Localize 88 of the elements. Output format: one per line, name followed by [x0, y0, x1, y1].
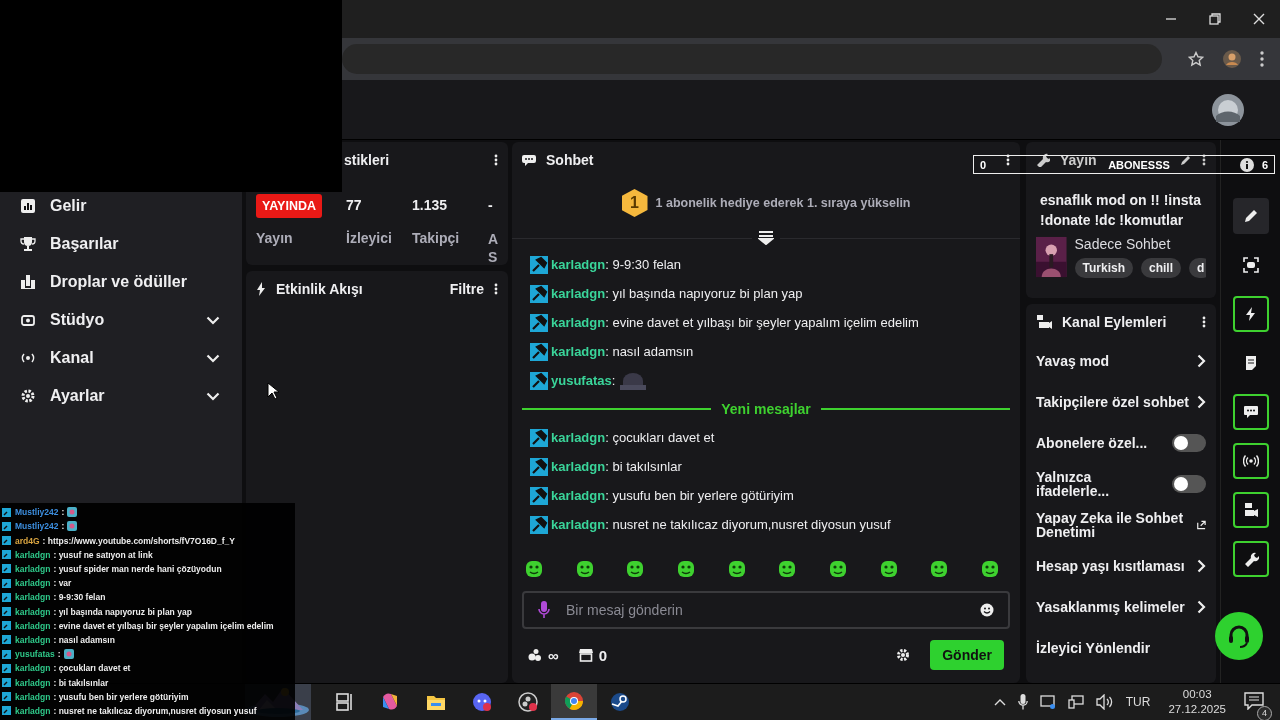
- chat-message-text: : yusuf spider man nerde hani çözüyodun: [53, 563, 222, 574]
- card-title: Kanal Eylemleri: [1062, 314, 1167, 330]
- chat-username[interactable]: yusufatas: [551, 373, 612, 388]
- chat-username: karladgn: [15, 705, 51, 716]
- chat-message-text: : yıl başında napıyoruz bi plan yap: [53, 606, 192, 617]
- chat-message-text: : nusret ne takılıcaz diyorum,nusret diyosun yusuf: [605, 517, 891, 532]
- chat-username: karladgn: [15, 592, 51, 603]
- metric-label: A S: [488, 230, 496, 267]
- chat-username: Mustliy242: [15, 521, 59, 532]
- metric-label: Yayın: [256, 230, 294, 246]
- chat-username: ard4G: [15, 535, 40, 546]
- channel-action-item[interactable]: Yasaklanmış kelimeler: [1036, 599, 1185, 614]
- chat-message-text: : yusufu ben bir yerlere götüriyim: [53, 691, 189, 702]
- chat-message-text: : 9-9:30 felan: [53, 592, 106, 603]
- chat-username: karladgn: [15, 620, 51, 631]
- sidebar-item[interactable]: Kanal: [50, 349, 192, 367]
- channel-action-item[interactable]: Hesap yaşı kısıtlaması: [1036, 558, 1185, 573]
- chat-username: karladgn: [15, 663, 51, 674]
- overlay-count: 6: [1261, 158, 1268, 171]
- sidebar-item[interactable]: Droplar ve ödüller: [50, 273, 222, 291]
- send-button[interactable]: Gönder: [930, 640, 1004, 670]
- chat-message-text: : bi takılsınlar: [605, 459, 682, 474]
- chat-username: karladgn: [15, 634, 51, 645]
- chat-message-text: :: [57, 649, 61, 660]
- bits-count[interactable]: ∞: [548, 646, 559, 664]
- language-indicator[interactable]: TUR: [1125, 695, 1151, 709]
- chat-message-text: : çocukları davet et: [605, 430, 715, 445]
- chat-message-text: : çocukları davet et: [53, 663, 131, 674]
- banner-text: 1 abonelik hediye ederek 1. sıraya yükselin: [655, 196, 911, 210]
- card-title: Sohbet: [546, 152, 594, 168]
- stream-description: esnaflık mod on !! !insta !donate !dc !komutlar: [1040, 191, 1202, 230]
- chat-username: karladgn: [15, 677, 51, 688]
- clock-date[interactable]: 27.12.2025: [1168, 702, 1226, 717]
- chat-message-text: : bi takılsınlar: [53, 677, 109, 688]
- chat-username: karladgn: [15, 549, 51, 560]
- chat-username: karladgn: [15, 578, 51, 589]
- chat-message-text: :: [61, 521, 65, 532]
- sidebar-item[interactable]: Ayarlar: [50, 387, 192, 405]
- category-name[interactable]: Sadece Sohbet: [1074, 236, 1206, 252]
- metric-value: 1.135: [412, 196, 449, 215]
- chat-message-text: : yusuf ne satıyon at link: [53, 549, 153, 560]
- rank-badge: 1: [621, 189, 648, 217]
- notification-count: 4: [1257, 705, 1272, 720]
- new-messages-divider: Yeni mesajlar: [721, 401, 811, 417]
- overlay-title: ABONESSS: [1108, 158, 1170, 171]
- metric-value: 77: [346, 196, 363, 215]
- live-badge: YAYINDA: [256, 194, 322, 218]
- chat-username: yusufatas: [15, 649, 55, 660]
- channel-action-item[interactable]: Yavaş mod: [1036, 353, 1110, 368]
- message-input[interactable]: Bir mesaj gönderin: [564, 601, 966, 619]
- chat-message-text: : evine davet et yılbaşı bir şeyler yapalım içelim edelim: [53, 620, 274, 631]
- chat-username: karladgn: [15, 606, 51, 617]
- clock-time[interactable]: 00:03: [1182, 687, 1212, 702]
- card-title: Etkinlik Akışı: [276, 281, 363, 297]
- chat-message-text: :: [61, 507, 65, 518]
- card-title: Yayın: [1060, 152, 1097, 168]
- chat-message-text: : 9-9:30 felan: [605, 257, 682, 272]
- chat-message-text: : var: [53, 578, 72, 589]
- channel-action-item[interactable]: Abonelere özel...: [1036, 435, 1148, 450]
- card-title: stikleri: [344, 152, 390, 168]
- channel-action-item[interactable]: İzleyici Yönlendir: [1036, 640, 1151, 655]
- chat-message-text: : yusufu ben bir yerlere götüriyim: [605, 488, 794, 503]
- channel-action-item[interactable]: Yapay Zeka ile Sohbet Denetimi: [1036, 510, 1192, 539]
- overlay-count: 0: [980, 158, 987, 171]
- channel-action-item[interactable]: Yalnızca ifadelerle...: [1036, 469, 1166, 498]
- chat-message-text: : evine davet et yılbaşı bir şeyler yapalım içelim edelim: [605, 315, 919, 330]
- metric-label: İzleyici: [346, 230, 393, 246]
- sidebar-item[interactable]: Gelir: [50, 197, 222, 215]
- tag[interactable]: chill: [1141, 258, 1181, 278]
- chat-message-text: : yıl başında napıyoruz bi plan yap: [605, 286, 803, 301]
- tag[interactable]: d: [1189, 258, 1206, 278]
- metric-label: Takipçi: [412, 230, 461, 246]
- chat-message-text: :: [611, 373, 616, 388]
- tag[interactable]: Turkish: [1074, 258, 1133, 278]
- filter-button[interactable]: Filtre: [449, 281, 484, 297]
- chat-message-text: : nusret ne takılıcaz diyorum,nusret diyosun yusuf: [53, 705, 257, 716]
- chat-message-text: : nasıl adamsın: [605, 344, 694, 359]
- chat-message-text: : https://www.youtube.com/shorts/fV7O16D_f_Y: [42, 535, 235, 546]
- channel-action-item[interactable]: Takipçilere özel sohbet: [1036, 394, 1189, 409]
- metric-value: -: [488, 196, 494, 215]
- store-count[interactable]: 0: [598, 646, 608, 664]
- chat-username: Mustliy242: [15, 507, 59, 518]
- sidebar-item[interactable]: Başarılar: [50, 235, 222, 253]
- sidebar-item[interactable]: Stüdyo: [50, 311, 192, 329]
- chat-username: karladgn: [15, 563, 51, 574]
- chat-input-field[interactable]: Bir mesaj gönderin: [522, 591, 1010, 629]
- chat-message-text: : nasıl adamsın: [53, 634, 115, 645]
- chat-username: karladgn: [15, 691, 51, 702]
